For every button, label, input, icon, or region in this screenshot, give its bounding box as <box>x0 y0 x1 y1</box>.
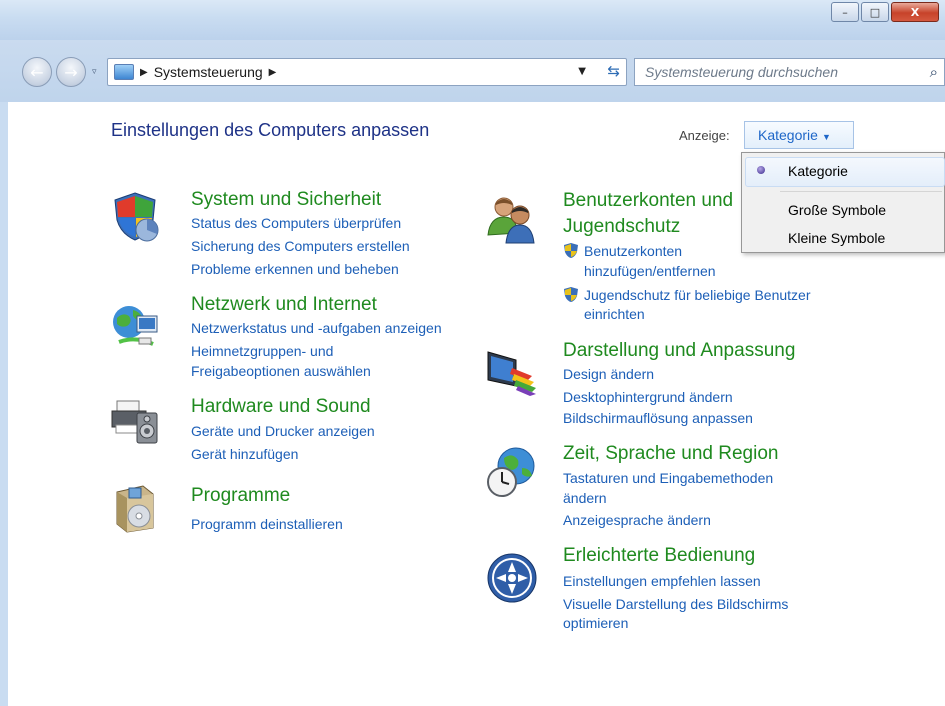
monitor-palette-icon <box>487 351 536 396</box>
security-shield-icon <box>114 192 159 242</box>
link-keyboards-input-change[interactable]: ändern <box>563 490 607 506</box>
printer-speaker-icon <box>111 400 158 444</box>
view-mode-dropdown[interactable]: Kategorie ▼ <box>744 121 854 149</box>
view-label: Anzeige: <box>679 128 730 143</box>
search-box[interactable]: Systemsteuerung durchsuchen ⌕ <box>634 58 945 86</box>
link-parental-controls-setup[interactable]: einrichten <box>584 306 645 322</box>
category-title-time-language[interactable]: Zeit, Sprache und Region <box>563 443 778 465</box>
link-visual-display-optimize[interactable]: optimieren <box>563 615 628 631</box>
link-create-backup[interactable]: Sicherung des Computers erstellen <box>191 238 410 254</box>
menu-separator <box>780 191 942 192</box>
link-network-status[interactable]: Netzwerkstatus und -aufgaben anzeigen <box>191 320 442 336</box>
window-controls: – □ X <box>829 2 939 22</box>
search-input[interactable]: Systemsteuerung durchsuchen <box>645 64 838 80</box>
radio-bullet-icon <box>757 166 765 174</box>
link-check-computer-status[interactable]: Status des Computers überprüfen <box>191 215 401 231</box>
category-title-user-accounts-line1[interactable]: Benutzerkonten und <box>563 190 733 212</box>
control-panel-icon <box>114 64 134 80</box>
globe-clock-icon <box>487 447 535 497</box>
history-dropdown-button[interactable]: ▿ <box>92 67 97 77</box>
link-adjust-resolution[interactable]: Bildschirmauflösung anpassen <box>563 410 753 426</box>
close-button[interactable]: X <box>891 2 939 22</box>
refresh-icon[interactable]: ⇆ <box>607 62 620 80</box>
link-recommend-settings[interactable]: Einstellungen empfehlen lassen <box>563 573 761 589</box>
users-icon <box>487 197 535 244</box>
menu-item-large-icons[interactable]: Große Symbole <box>788 202 886 218</box>
accessibility-icon <box>487 553 537 603</box>
view-mode-menu: Kategorie Große Symbole Kleine Symbole <box>741 152 945 253</box>
link-display-language[interactable]: Anzeigesprache ändern <box>563 512 711 528</box>
category-title-network-internet[interactable]: Netzwerk und Internet <box>191 294 377 316</box>
link-add-remove-accounts[interactable]: hinzufügen/entfernen <box>584 263 716 279</box>
breadcrumb-item-systemsteuerung[interactable]: Systemsteuerung <box>154 64 263 80</box>
view-mode-value: Kategorie <box>758 127 818 143</box>
category-title-programs[interactable]: Programme <box>191 485 290 507</box>
minimize-button[interactable]: – <box>831 2 859 22</box>
search-icon[interactable]: ⌕ <box>930 63 938 81</box>
address-dropdown-icon[interactable]: ▼ <box>578 66 586 77</box>
link-sharing-options[interactable]: Freigabeoptionen auswählen <box>191 363 371 379</box>
chevron-down-icon: ▼ <box>821 132 831 142</box>
maximize-button[interactable]: □ <box>861 2 889 22</box>
link-change-theme[interactable]: Design ändern <box>563 366 654 382</box>
breadcrumb-separator-icon[interactable]: ▶ <box>140 67 148 78</box>
forward-arrow-icon: → <box>64 62 78 82</box>
menu-item-kategorie[interactable]: Kategorie <box>788 163 848 179</box>
forward-button[interactable]: → <box>56 57 86 87</box>
window-titlebar: – □ X <box>0 0 945 40</box>
category-title-ease-of-access[interactable]: Erleichterte Bedienung <box>563 545 755 567</box>
link-uninstall-program[interactable]: Programm deinstallieren <box>191 516 343 532</box>
menu-item-small-icons[interactable]: Kleine Symbole <box>788 230 885 246</box>
link-devices-printers[interactable]: Geräte und Drucker anzeigen <box>191 423 375 439</box>
category-title-appearance[interactable]: Darstellung und Anpassung <box>563 340 795 362</box>
link-user-accounts[interactable]: Benutzerkonten <box>584 243 682 259</box>
uac-shield-icon <box>564 287 578 302</box>
link-change-wallpaper[interactable]: Desktophintergrund ändern <box>563 389 733 405</box>
network-globe-icon <box>113 306 158 346</box>
back-button[interactable]: ← <box>22 57 52 87</box>
category-title-hardware-sound[interactable]: Hardware und Sound <box>191 396 371 418</box>
programs-box-icon <box>116 485 154 533</box>
breadcrumb-chevron-icon[interactable]: ▶ <box>269 67 277 78</box>
page-title: Einstellungen des Computers anpassen <box>111 120 430 140</box>
link-homegroup[interactable]: Heimnetzgruppen- und <box>191 343 333 359</box>
link-parental-controls[interactable]: Jugendschutz für beliebige Benutzer <box>584 287 810 303</box>
link-add-device[interactable]: Gerät hinzufügen <box>191 446 298 462</box>
navigation-bar: ← → ▿ ▶ Systemsteuerung ▶ ▼ ⇆ Systemsteu… <box>0 40 945 102</box>
category-title-system-security[interactable]: System und Sicherheit <box>191 189 381 211</box>
link-keyboards-input[interactable]: Tastaturen und Eingabemethoden <box>563 470 773 486</box>
uac-shield-icon <box>564 243 578 258</box>
category-title-user-accounts-line2[interactable]: Jugendschutz <box>563 216 680 238</box>
address-bar[interactable]: ▶ Systemsteuerung ▶ ▼ ⇆ <box>107 58 627 86</box>
link-visual-display[interactable]: Visuelle Darstellung des Bildschirms <box>563 596 788 612</box>
link-troubleshoot[interactable]: Probleme erkennen und beheben <box>191 261 399 277</box>
back-arrow-icon: ← <box>30 62 44 82</box>
